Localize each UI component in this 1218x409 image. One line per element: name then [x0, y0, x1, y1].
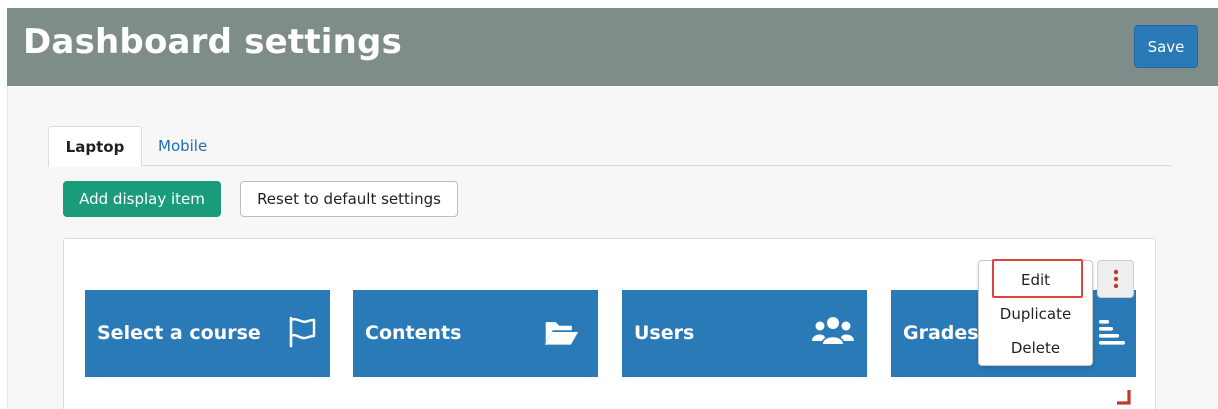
page-header: Dashboard settings Save [7, 8, 1218, 86]
tab-mobile[interactable]: Mobile [158, 126, 207, 166]
tile-label: Select a course [97, 322, 261, 344]
tab-laptop[interactable]: Laptop [48, 126, 142, 167]
kebab-icon [1113, 269, 1118, 289]
add-display-item-button[interactable]: Add display item [63, 181, 221, 217]
users-icon [812, 317, 854, 344]
tile-select-course[interactable]: Select a course [85, 290, 330, 377]
reset-default-button[interactable]: Reset to default settings [240, 181, 458, 217]
menu-item-duplicate[interactable]: Duplicate [979, 305, 1092, 323]
tile-label: Grades [903, 322, 979, 344]
tile-contents[interactable]: Contents [353, 290, 598, 377]
page-title: Dashboard settings [23, 22, 403, 62]
tile-label: Users [634, 322, 695, 344]
resize-handle-icon[interactable] [1116, 389, 1132, 405]
flag-icon [289, 316, 316, 348]
device-tabs: Laptop Mobile [48, 126, 1172, 167]
more-options-button[interactable] [1097, 260, 1134, 298]
save-button[interactable]: Save [1134, 25, 1198, 68]
tile-users[interactable]: Users [622, 290, 867, 377]
tile-label: Contents [365, 322, 462, 344]
menu-item-delete[interactable]: Delete [979, 339, 1092, 357]
align-left-icon [1099, 320, 1125, 345]
folder-open-icon [544, 322, 579, 345]
edit-highlight-box [992, 259, 1083, 298]
